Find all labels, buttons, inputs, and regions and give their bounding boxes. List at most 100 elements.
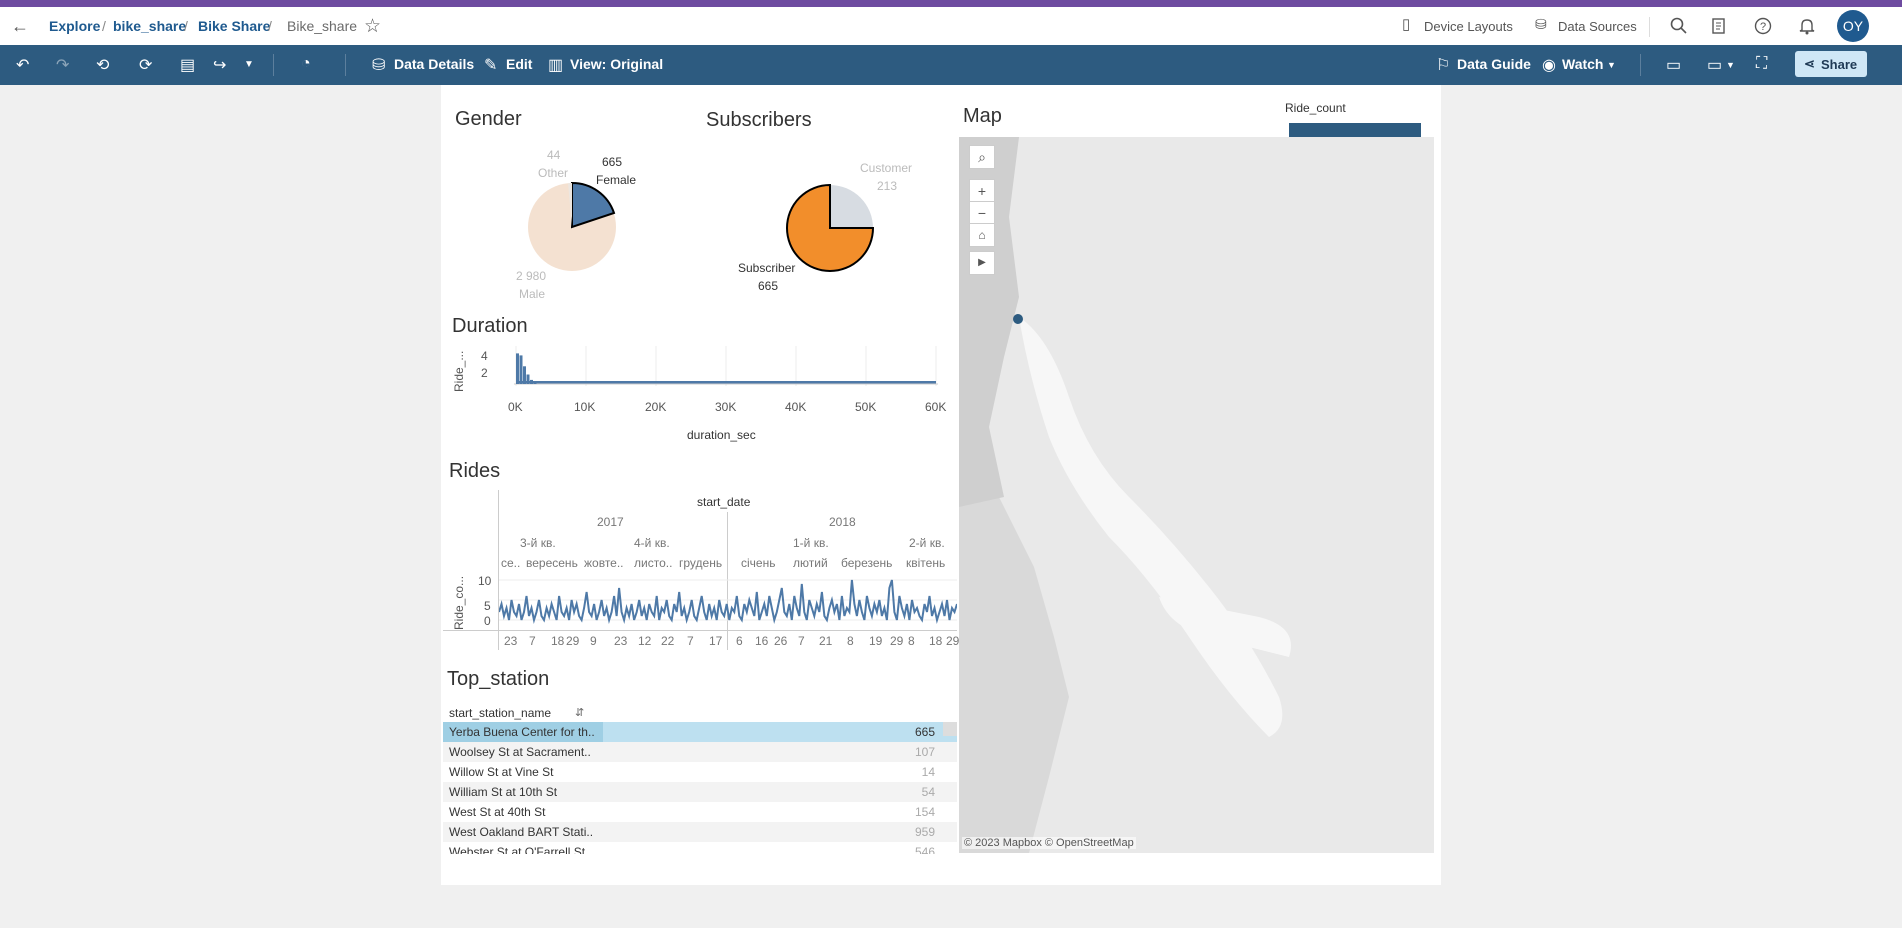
station-name: West Oakland BART Stati.. <box>449 825 594 839</box>
table-row[interactable]: West Oakland BART Stati.. 959 <box>443 822 957 842</box>
duration-x-tick: 30K <box>715 400 737 414</box>
replay-animation-icon[interactable]: ↪ <box>213 55 226 75</box>
toolbar-divider <box>345 54 346 76</box>
rides-day-tick: 22 <box>661 634 675 648</box>
metrics-gauge-icon[interactable]: ◔ <box>301 55 311 73</box>
data-details-button[interactable]: Data Details <box>394 56 474 72</box>
device-layouts-icon: ▯ <box>1402 16 1411 33</box>
table-row[interactable]: West St at 40th St 154 <box>443 802 957 822</box>
rides-month: жовте.. <box>584 556 624 570</box>
favorite-star-icon[interactable]: ☆ <box>364 15 381 38</box>
edit-pencil-icon: ✎ <box>484 57 498 74</box>
rides-day-tick: 6 <box>736 634 743 648</box>
sort-icon[interactable]: ⇵ <box>575 706 584 719</box>
subscribers-title: Subscribers <box>706 109 812 131</box>
breadcrumb-bike-share-workbook[interactable]: Bike Share <box>198 18 270 34</box>
download-icon[interactable]: ▭ <box>1707 55 1722 75</box>
view-original-button[interactable]: View: Original <box>570 56 663 72</box>
duration-x-axis-label: duration_sec <box>687 428 756 442</box>
data-guide-button[interactable]: Data Guide <box>1457 56 1531 72</box>
breadcrumb-bike-share-view: Bike_share <box>287 18 358 34</box>
duration-title: Duration <box>452 315 528 337</box>
table-row[interactable]: Webster St at O'Farrell St.. 546 <box>443 842 957 854</box>
map-zoom-out-button[interactable]: − <box>969 201 995 225</box>
station-count: 665 <box>914 725 935 739</box>
chevron-down-icon[interactable]: ▼ <box>244 59 254 70</box>
watch-button[interactable]: Watch <box>1562 56 1603 72</box>
back-arrow-icon[interactable]: ← <box>11 16 29 37</box>
data-sources-button[interactable]: Data Sources <box>1558 19 1637 34</box>
map-expand-tools-icon[interactable]: ▶ <box>969 251 995 275</box>
station-count: 107 <box>914 745 935 759</box>
table-row-clip: Webster St at O'Farrell St.. 546 <box>443 842 957 854</box>
notifications-bell-icon[interactable] <box>1798 17 1816 35</box>
rides-day-tick: 8 <box>908 634 915 648</box>
table-row[interactable]: Woolsey St at Sacrament.. 107 <box>443 742 957 762</box>
refresh-data-icon[interactable]: ⟳ <box>139 55 152 75</box>
rides-day-tick: 12 <box>638 634 652 648</box>
rides-line-chart[interactable] <box>499 572 957 628</box>
chevron-down-icon[interactable]: ▼ <box>1607 60 1616 70</box>
table-scrollbar-thumb[interactable] <box>943 722 957 736</box>
table-row[interactable]: Yerba Buena Center for th.. 665 <box>443 722 957 742</box>
top-station-column-header[interactable]: start_station_name <box>449 706 551 720</box>
top-station-title: Top_station <box>447 668 550 690</box>
table-row[interactable]: Willow St at Vine St 14 <box>443 762 957 782</box>
data-sources-icon: ⛁ <box>1535 16 1547 32</box>
table-row[interactable]: William St at 10th St 54 <box>443 782 957 802</box>
rides-y-tick: 10 <box>478 574 492 588</box>
gender-other-label: Other <box>538 166 569 180</box>
map-home-icon[interactable]: ⌂ <box>969 223 995 247</box>
rides-day-tick: 29 <box>946 634 960 648</box>
help-icon[interactable]: ? <box>1754 17 1772 35</box>
breadcrumb-bike-share-project[interactable]: bike_share <box>113 18 186 34</box>
rides-day-tick: 9 <box>590 634 597 648</box>
view-toolbar: ↶ ↷ ⟲ ⟳ ▤ ↪ ▼ ◔ ⛁ Data Details ✎ Edit ▥ … <box>0 45 1902 85</box>
breadcrumb-explore[interactable]: Explore <box>49 18 100 34</box>
rides-day-tick: 21 <box>819 634 833 648</box>
rides-day-tick: 7 <box>687 634 694 648</box>
duration-bar[interactable] <box>519 355 523 384</box>
pause-updates-icon[interactable]: ▤ <box>180 55 195 75</box>
duration-tail-bar[interactable] <box>516 381 936 384</box>
gender-other-value: 44 <box>547 148 561 162</box>
rides-title: Rides <box>449 460 501 482</box>
station-count: 154 <box>914 805 935 819</box>
top-accent-strip <box>0 0 1902 7</box>
chevron-down-icon[interactable]: ▼ <box>1726 60 1735 70</box>
station-count: 959 <box>914 825 935 839</box>
comments-icon[interactable]: ▭ <box>1666 55 1681 75</box>
subscribers-pie-chart[interactable] <box>783 181 877 275</box>
duration-x-tick: 60K <box>925 400 947 414</box>
map-zoom-in-button[interactable]: + <box>969 179 995 203</box>
rides-day-tick: 23 <box>614 634 628 648</box>
view-chart-icon: ▥ <box>548 57 564 74</box>
map-attribution[interactable]: © 2023 Mapbox © OpenStreetMap <box>962 837 1136 849</box>
custom-views-icon[interactable] <box>1711 17 1729 35</box>
station-name: Willow St at Vine St <box>449 765 554 779</box>
rides-month: березень <box>841 556 893 570</box>
duration-x-tick: 40K <box>785 400 807 414</box>
undo-icon[interactable]: ↶ <box>16 55 29 75</box>
duration-y-tick: 4 <box>481 349 488 363</box>
user-avatar[interactable]: OY <box>1837 10 1869 42</box>
share-button[interactable]: ⋖ Share <box>1795 51 1867 77</box>
duration-bar[interactable] <box>516 353 519 384</box>
map-station-marker[interactable] <box>1013 314 1023 324</box>
redo-icon[interactable]: ↷ <box>56 55 69 75</box>
map-search-icon[interactable]: ⌕ <box>969 145 995 169</box>
station-count: 546 <box>914 845 935 854</box>
rides-month: квітень <box>906 556 946 570</box>
rides-quarter: 4-й кв. <box>634 536 670 550</box>
gender-pie-chart[interactable] <box>520 175 624 279</box>
map-view[interactable]: ⌕ + − ⌂ ▶ © 2023 Mapbox © OpenStreetMap <box>959 137 1434 853</box>
duration-x-tick: 0K <box>508 400 523 414</box>
search-icon[interactable] <box>1670 17 1688 35</box>
revert-icon[interactable]: ⟲ <box>96 55 109 75</box>
rides-day-tick: 7 <box>798 634 805 648</box>
edit-button[interactable]: Edit <box>506 56 532 72</box>
full-screen-icon[interactable]: ⛶ <box>1756 55 1767 73</box>
duration-histogram[interactable] <box>514 346 938 386</box>
station-name: West St at 40th St <box>449 805 546 819</box>
device-layouts-button[interactable]: Device Layouts <box>1424 19 1513 34</box>
